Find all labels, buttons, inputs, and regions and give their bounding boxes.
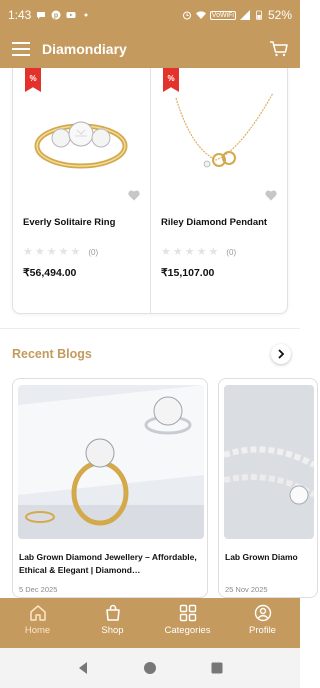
svg-text:p: p (54, 13, 58, 20)
nav-label: Categories (164, 625, 211, 636)
grid-icon (179, 604, 196, 622)
blog-title[interactable]: Lab Grown Diamo (225, 551, 313, 564)
signal-icon (239, 10, 250, 20)
rating-count: (0) (88, 248, 99, 257)
home-icon (29, 605, 46, 621)
product-card[interactable]: % Everly Solitaire Ring ★ ★ ★ ★ ★ (0) ₹5… (13, 68, 150, 313)
rating: ★ ★ ★ ★ ★ (0) (161, 247, 236, 258)
battery-icon (256, 10, 262, 20)
bottom-navigation: Home Shop Categories Profile (0, 598, 300, 648)
star-icon: ★ (196, 246, 207, 258)
product-price: ₹15,107.00 (161, 267, 215, 279)
nav-label: Home (24, 625, 51, 636)
section-divider (0, 328, 300, 329)
product-card[interactable]: % Riley Diamond Pendant ★ ★ ★ ★ ★ (0) ₹1… (150, 68, 287, 313)
app-header: Diamondiary (0, 30, 300, 68)
blog-image-rings[interactable] (18, 385, 204, 539)
section-title: Recent Blogs (12, 347, 92, 361)
star-icon: ★ (23, 246, 33, 258)
home-circle-icon[interactable] (143, 661, 157, 675)
pinterest-icon: p (51, 10, 61, 20)
shopping-bag-icon (105, 604, 120, 621)
nav-home[interactable]: Home (0, 598, 75, 648)
product-name[interactable]: Everly Solitaire Ring (23, 217, 115, 228)
star-icon: ★ (184, 246, 195, 258)
user-icon (254, 604, 271, 622)
blog-image-bracelet[interactable] (224, 385, 314, 539)
star-icon: ★ (161, 246, 171, 258)
nav-profile[interactable]: Profile (225, 598, 300, 648)
heart-icon[interactable] (265, 190, 277, 201)
product-price: ₹56,494.00 (23, 267, 77, 279)
status-bar: 1:43 p VoWiFi 52% (0, 0, 300, 30)
nav-label: Shop (101, 625, 124, 636)
product-grid: % Everly Solitaire Ring ★ ★ ★ ★ ★ (0) ₹5… (12, 68, 288, 314)
star-icon: ★ (208, 246, 219, 258)
youtube-icon (66, 12, 76, 18)
nav-categories[interactable]: Categories (150, 598, 225, 648)
battery-percentage: 52% (267, 8, 292, 22)
blog-title[interactable]: Lab Grown Diamond Jewellery – Affordable… (19, 551, 203, 577)
product-name[interactable]: Riley Diamond Pendant (161, 217, 267, 228)
alarm-icon (182, 11, 191, 20)
heart-icon[interactable] (128, 190, 140, 201)
system-navigation-bar (0, 648, 300, 688)
cart-icon[interactable] (270, 41, 288, 57)
nav-label: Profile (249, 625, 276, 636)
chevron-right-icon (278, 349, 285, 359)
chat-notification-icon (37, 12, 46, 19)
star-icon: ★ (70, 246, 81, 258)
blog-date: 5 Dec 2025 (19, 585, 58, 594)
star-icon: ★ (34, 246, 45, 258)
rating: ★ ★ ★ ★ ★ (0) (23, 247, 98, 258)
blog-card[interactable]: Lab Grown Diamond Jewellery – Affordable… (12, 378, 208, 598)
blog-card[interactable]: Lab Grown Diamo 25 Nov 2025 (218, 378, 318, 598)
next-button[interactable] (271, 344, 291, 364)
app-title: Diamondiary (42, 41, 127, 57)
wifi-icon (195, 11, 206, 19)
star-icon: ★ (46, 246, 57, 258)
nav-shop[interactable]: Shop (75, 598, 150, 648)
status-time: 1:43 (8, 8, 32, 22)
hamburger-menu-icon[interactable] (12, 42, 30, 56)
dot-icon (84, 13, 88, 17)
recents-icon[interactable] (210, 661, 224, 675)
rating-count: (0) (226, 248, 237, 257)
back-icon[interactable] (76, 661, 90, 675)
vowifi-badge: VoWiFi (209, 10, 236, 20)
product-image-pendant[interactable] (161, 88, 278, 188)
blog-date: 25 Nov 2025 (225, 585, 268, 594)
product-image-ring[interactable] (23, 88, 140, 188)
star-icon: ★ (172, 246, 183, 258)
star-icon: ★ (58, 246, 69, 258)
